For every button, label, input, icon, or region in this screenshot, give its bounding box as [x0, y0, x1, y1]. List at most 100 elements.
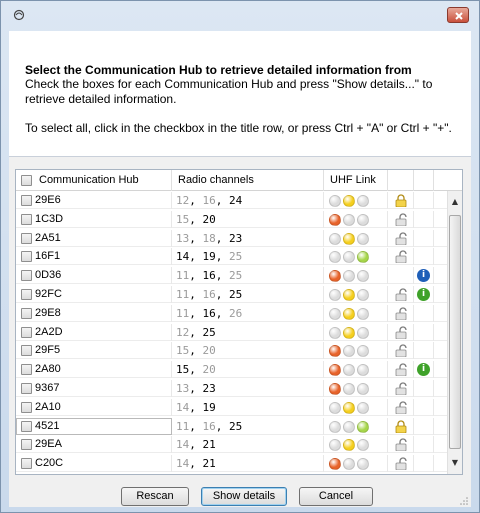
hub-cell[interactable]: 2A10 — [16, 398, 172, 416]
row-checkbox[interactable] — [21, 345, 32, 357]
hub-cell[interactable]: 92FC — [16, 286, 172, 303]
table-row[interactable]: 9367 13, 23 — [16, 380, 448, 397]
scroll-down-arrow-icon[interactable]: ▼ — [448, 456, 462, 470]
uhf-grey-led-icon — [357, 458, 369, 471]
hub-cell[interactable]: 1C3D — [16, 210, 172, 228]
rescan-button[interactable]: Rescan — [121, 487, 189, 506]
table-row[interactable]: 2A80 15, 20 i — [16, 361, 448, 379]
scrollbar-thumb[interactable] — [449, 215, 461, 449]
hub-id: 1C3D — [35, 212, 64, 225]
uhf-grey-led-icon — [329, 401, 341, 414]
channel-number: 25 — [202, 325, 216, 339]
lock-open-icon — [395, 382, 407, 395]
row-checkbox[interactable] — [21, 326, 32, 338]
channel-number: 16 — [202, 194, 216, 207]
row-checkbox[interactable] — [21, 195, 32, 206]
row-checkbox[interactable] — [21, 458, 32, 470]
row-checkbox[interactable] — [21, 420, 32, 432]
table-row[interactable]: 29EA 14, 21 — [16, 436, 448, 454]
info-blue-icon[interactable]: i — [417, 269, 430, 283]
table-row[interactable]: 1C3D 15, 20 — [16, 210, 448, 228]
table-row[interactable]: 2A51 13, 18, 23 — [16, 229, 448, 247]
channel-separator: , — [189, 363, 203, 377]
table-row[interactable]: 2A10 14, 19 — [16, 398, 448, 416]
channel-number: 26 — [229, 306, 243, 320]
hub-cell[interactable]: 9367 — [16, 380, 172, 397]
table-row[interactable]: 0D36 11, 16, 25 i — [16, 267, 448, 285]
uhf-grey-led-icon — [343, 364, 355, 377]
hub-id: 4521 — [35, 419, 60, 432]
radio-channels-cell: 12, 25 — [172, 323, 324, 341]
close-button[interactable] — [447, 7, 469, 23]
hub-cell[interactable]: 29E8 — [16, 304, 172, 322]
hub-cell[interactable]: 0D36 — [16, 267, 172, 285]
row-checkbox[interactable] — [21, 213, 32, 225]
cancel-button[interactable]: Cancel — [299, 487, 373, 506]
row-checkbox[interactable] — [21, 289, 32, 300]
info-cell — [414, 248, 434, 266]
row-checkbox[interactable] — [21, 383, 32, 394]
hub-cell[interactable]: 4521 — [16, 417, 172, 435]
table-row[interactable]: 29F5 15, 20 — [16, 342, 448, 360]
channel-number: 23 — [229, 231, 243, 245]
column-header-hub[interactable]: Communication Hub — [16, 170, 172, 191]
filler-cell — [434, 455, 448, 473]
table-row[interactable]: 4521 11, 16, 25 — [16, 417, 448, 435]
uhf-grey-led-icon — [357, 439, 369, 452]
channel-separator: , — [189, 344, 203, 358]
channel-number: 14 — [176, 438, 190, 452]
hub-cell[interactable]: C20C — [16, 455, 172, 473]
hub-cell[interactable]: 16F1 — [16, 248, 172, 266]
channel-separator: , — [215, 250, 229, 264]
channel-number: 15 — [176, 363, 190, 377]
row-checkbox[interactable] — [21, 270, 32, 282]
resize-grip-icon[interactable] — [459, 496, 469, 506]
row-checkbox[interactable] — [21, 439, 32, 451]
hub-id: 92FC — [35, 288, 62, 300]
channel-separator: , — [189, 382, 203, 395]
channel-number: 11 — [176, 288, 190, 301]
column-header-uhf[interactable]: UHF Link — [324, 170, 388, 191]
info-green-icon[interactable]: i — [417, 288, 430, 301]
channel-number: 14 — [176, 400, 190, 414]
hub-cell[interactable]: 29E6 — [16, 192, 172, 209]
table-row[interactable]: C20C 14, 21 — [16, 455, 448, 473]
table-row[interactable]: 92FC 11, 16, 25 i — [16, 286, 448, 303]
table-row[interactable]: 29E8 11, 16, 26 — [16, 304, 448, 322]
lock-cell — [388, 417, 414, 435]
channel-number: 13 — [176, 382, 190, 395]
hub-cell[interactable]: 2A51 — [16, 229, 172, 247]
row-checkbox[interactable] — [21, 251, 32, 263]
row-checkbox[interactable] — [21, 307, 32, 319]
channel-number: 20 — [202, 363, 216, 377]
uhf-grey-led-icon — [357, 364, 369, 377]
uhf-link-cell — [324, 380, 388, 397]
channel-number: 14 — [176, 457, 190, 471]
scroll-up-arrow-icon[interactable]: ▲ — [448, 195, 462, 209]
table-row[interactable]: 16F1 14, 19, 25 — [16, 248, 448, 266]
show-details-button[interactable]: Show details — [201, 487, 287, 506]
hub-cell[interactable]: 2A2D — [16, 323, 172, 341]
lock-closed-icon — [395, 194, 407, 207]
channel-separator: , — [189, 231, 203, 245]
info-green-icon[interactable]: i — [417, 363, 430, 377]
uhf-link-cell — [324, 267, 388, 285]
vertical-scrollbar[interactable]: ▲ ▼ — [447, 191, 462, 474]
radio-channels-cell: 14, 21 — [172, 455, 324, 473]
hub-cell[interactable]: 29F5 — [16, 342, 172, 360]
hub-cell[interactable]: 29EA — [16, 436, 172, 454]
channel-separator: , — [215, 269, 229, 283]
column-header-channels[interactable]: Radio channels — [172, 170, 324, 191]
row-checkbox[interactable] — [21, 232, 32, 244]
table-row[interactable]: 2A2D 12, 25 — [16, 323, 448, 341]
row-checkbox[interactable] — [21, 401, 32, 413]
radio-channels-cell: 14, 21 — [172, 436, 324, 454]
select-all-checkbox[interactable] — [21, 175, 32, 186]
hub-cell[interactable]: 2A80 — [16, 361, 172, 379]
channel-separator: , — [215, 231, 229, 245]
channel-separator: , — [215, 194, 229, 207]
channel-number: 16 — [202, 306, 216, 320]
row-checkbox[interactable] — [21, 364, 32, 376]
channel-separator: , — [189, 194, 203, 207]
table-row[interactable]: 29E6 12, 16, 24 — [16, 192, 448, 209]
